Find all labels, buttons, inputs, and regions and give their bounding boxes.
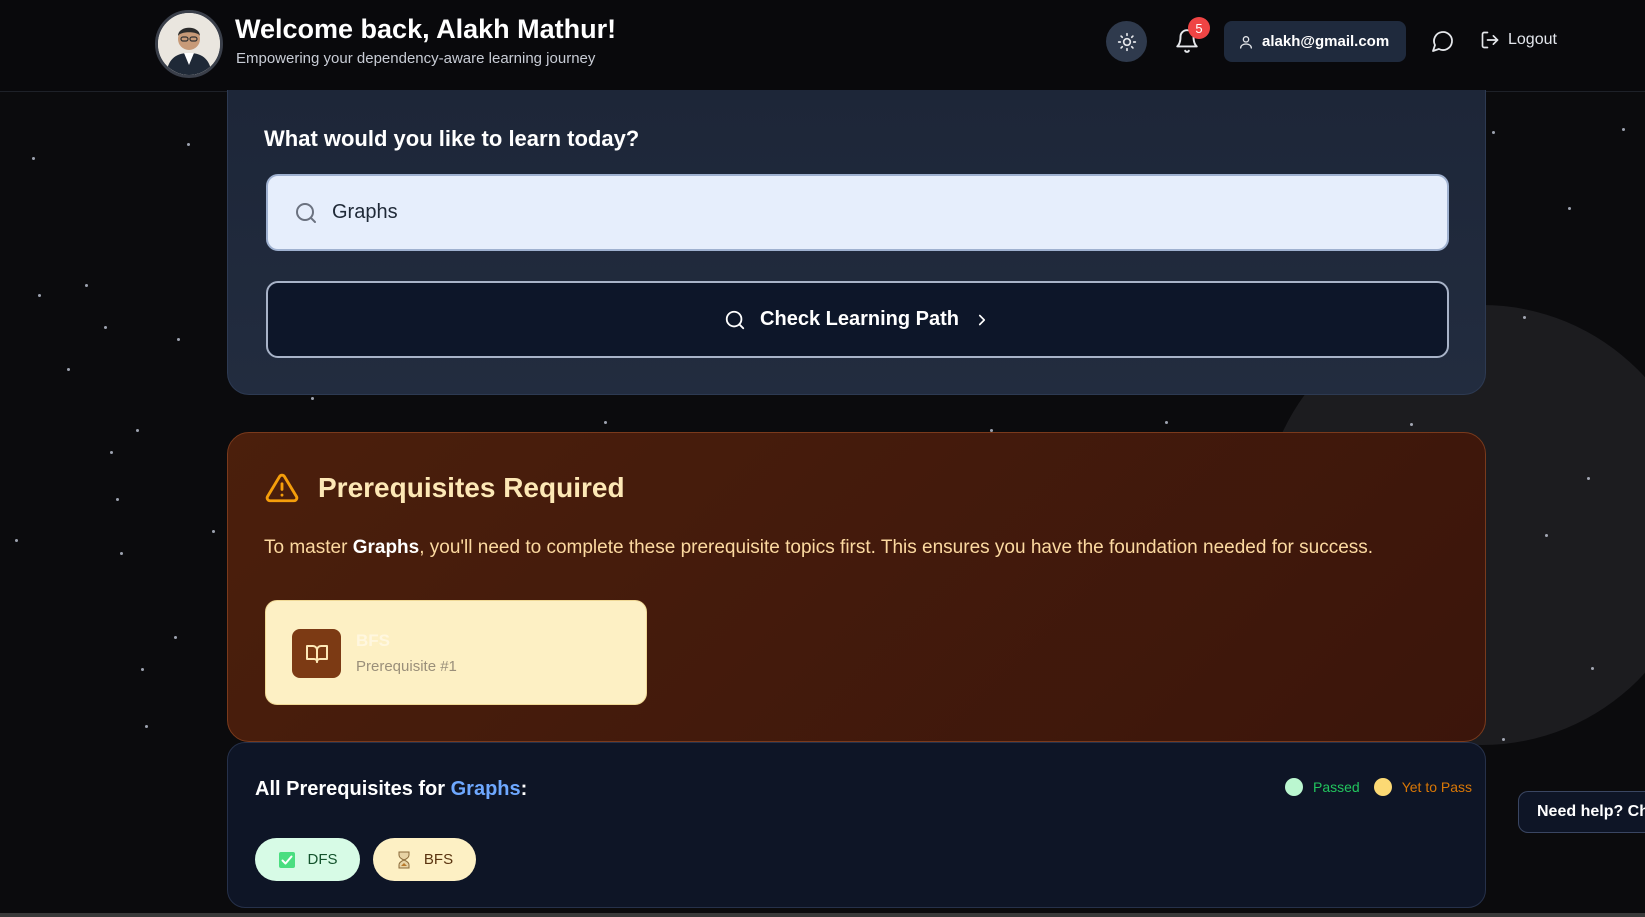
search-heading: What would you like to learn today? — [264, 126, 640, 151]
logout-icon — [1481, 31, 1499, 49]
welcome-heading: Welcome back, Alakh Mathur! — [235, 14, 617, 44]
account-button[interactable]: alakh@gmail.com — [1224, 21, 1406, 62]
topic-search-field[interactable] — [266, 174, 1449, 251]
prerequisite-topic-card[interactable]: BFS Prerequisite #1 — [265, 600, 647, 705]
top-header: Welcome back, Alakh Mathur! Empowering y… — [0, 0, 1645, 92]
prerequisites-required-card: Prerequisites Required To master Graphs,… — [227, 432, 1486, 742]
passed-dot-icon — [1285, 778, 1303, 796]
warning-triangle-icon — [265, 473, 299, 503]
account-email: alakh@gmail.com — [1262, 33, 1390, 50]
theme-toggle-button[interactable] — [1106, 21, 1147, 62]
topic-search-input[interactable] — [330, 200, 1334, 225]
prerequisites-title: Prerequisites Required — [318, 472, 625, 503]
check-box-icon — [278, 851, 295, 868]
sun-icon — [1117, 32, 1136, 51]
search-icon — [296, 202, 316, 223]
all-prerequisites-title: All Prerequisites for Graphs: — [255, 778, 528, 800]
hourglass-icon — [398, 851, 410, 868]
check-learning-path-label: Check Learning Path — [760, 308, 959, 330]
prerequisites-header: Prerequisites Required — [264, 471, 625, 505]
target-topic: Graphs — [352, 537, 420, 558]
bottom-scrollbar — [0, 913, 1645, 917]
all-prerequisites-card: All Prerequisites for Graphs: Passed Yet… — [227, 742, 1486, 908]
book-open-icon — [305, 644, 328, 663]
yet-to-pass-dot-icon — [1373, 778, 1392, 796]
avatar[interactable] — [155, 10, 223, 78]
topic-icon-box — [292, 629, 341, 678]
prerequisite-topic-subtitle: Prerequisite #1 — [356, 658, 457, 675]
status-legend: Passed Yet to Pass — [1285, 778, 1472, 796]
logout-label: Logout — [1508, 31, 1557, 48]
chevron-right-icon — [978, 314, 986, 325]
search-card: What would you like to learn today? Chec… — [227, 90, 1486, 395]
notification-badge: 5 — [1188, 17, 1210, 39]
legend-passed-label: Passed — [1313, 779, 1360, 795]
prerequisite-chip-bfs[interactable]: BFS — [373, 838, 476, 881]
chip-label: BFS — [423, 851, 454, 868]
legend-yet-label: Yet to Pass — [1401, 779, 1473, 795]
search-icon — [725, 310, 745, 329]
user-photo-icon — [158, 13, 220, 75]
header-tagline: Empowering your dependency-aware learnin… — [236, 50, 596, 67]
prerequisite-topic-name: BFS — [356, 631, 390, 650]
chat-bubble-icon[interactable] — [1431, 29, 1455, 53]
chip-label: DFS — [307, 851, 338, 868]
all-prerequisites-topic: Graphs — [450, 778, 521, 800]
user-icon — [1240, 35, 1252, 49]
prerequisite-chip-dfs[interactable]: DFS — [255, 838, 360, 881]
logout-button[interactable]: Logout — [1480, 30, 1557, 50]
check-learning-path-button[interactable]: Check Learning Path — [266, 281, 1449, 358]
prerequisites-description: To master Graphs, you'll need to complet… — [264, 537, 1374, 558]
need-help-chat-button[interactable]: Need help? Chat — [1518, 791, 1645, 833]
